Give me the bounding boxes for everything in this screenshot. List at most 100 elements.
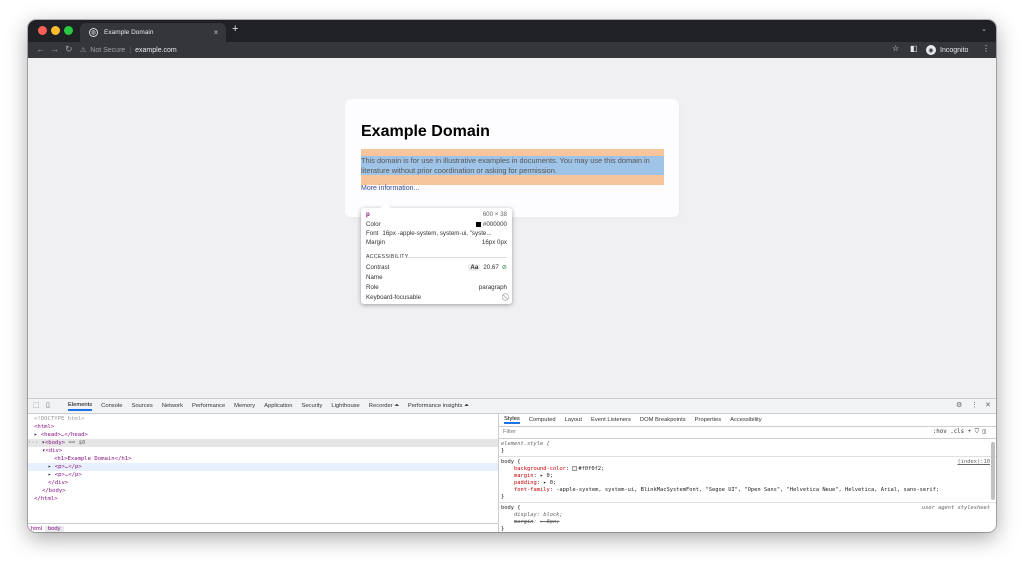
kebab-menu-icon[interactable]: ⋮ bbox=[982, 44, 990, 53]
incognito-label: Incognito bbox=[940, 46, 969, 54]
devtools-menu-icon[interactable]: ⋮ bbox=[971, 401, 978, 409]
inspect-tooltip: p 600 × 38 Color #000000 Font 16px -appl… bbox=[361, 203, 512, 304]
tooltip-caret bbox=[381, 203, 391, 208]
rule-source-link[interactable]: (index):10 bbox=[958, 459, 990, 465]
breadcrumb-html[interactable]: html bbox=[28, 526, 45, 532]
window-close-button[interactable] bbox=[38, 26, 47, 35]
tooltip-accessibility-section: ACCESSIBILITY bbox=[366, 254, 409, 260]
rule-divider bbox=[499, 456, 996, 457]
devtools-tab-memory[interactable]: Memory bbox=[234, 403, 255, 409]
close-icon[interactable]: ✕ bbox=[985, 401, 991, 409]
warning-icon: ⚠ bbox=[80, 47, 87, 54]
tooltip-name-label: Name bbox=[366, 274, 383, 281]
window-zoom-button[interactable] bbox=[64, 26, 73, 35]
styles-filter[interactable]: Filter :hov .cls + ⛉ ◫ bbox=[499, 427, 996, 439]
decl-ua-margin[interactable]: margin: ▸ 8px; bbox=[501, 519, 991, 526]
tooltip-divider bbox=[407, 257, 507, 258]
devtools-tab-security[interactable]: Security bbox=[301, 403, 322, 409]
tooltip-margin-label: Margin bbox=[366, 239, 385, 246]
decl-display[interactable]: display: block; bbox=[501, 512, 991, 519]
filter-controls[interactable]: :hov .cls + ⛉ ◫ bbox=[933, 429, 986, 436]
window-minimize-button[interactable] bbox=[51, 26, 60, 35]
settings-icon[interactable]: ⚙ bbox=[956, 401, 962, 409]
devtools-tab-elements[interactable]: Elements bbox=[68, 402, 93, 411]
styles-tab-computed[interactable]: Computed bbox=[529, 417, 556, 423]
decl-margin[interactable]: margin: ▸ 0; bbox=[501, 473, 991, 480]
content-card: Example Domain This domain is for use in… bbox=[345, 99, 679, 217]
dom-node-p[interactable]: ▸ <p>…</p> bbox=[48, 471, 518, 479]
star-icon[interactable]: ☆ bbox=[892, 44, 899, 53]
color-swatch[interactable] bbox=[572, 466, 578, 471]
tab-title: Example Domain bbox=[104, 29, 154, 36]
incognito-icon: ◉ bbox=[926, 45, 936, 55]
devtools-tab-application[interactable]: Application bbox=[264, 403, 292, 409]
browser-toolbar: ← → ↻ ⚠ Not Secure | example.com ☆ ◧ ◉ I… bbox=[28, 42, 996, 58]
devtools-tab-performance[interactable]: Performance bbox=[192, 403, 225, 409]
dom-node-p-hovered[interactable]: ▸ <p>…</p> bbox=[28, 463, 498, 471]
incognito-profile-button[interactable]: ◉ Incognito bbox=[926, 45, 968, 55]
filter-input[interactable]: Filter bbox=[503, 429, 516, 435]
page-viewport: Example Domain This domain is for use in… bbox=[28, 58, 996, 398]
dom-node-doctype[interactable]: <!DOCTYPE html> bbox=[34, 415, 504, 423]
rule-divider bbox=[499, 502, 996, 503]
page-paragraph: This domain is for use in illustrative e… bbox=[361, 156, 650, 175]
styles-tab-dom-breakpoints[interactable]: DOM Breakpoints bbox=[640, 417, 686, 423]
toggle-sidebar-icon[interactable]: ◫ bbox=[983, 429, 987, 435]
styles-tab-styles[interactable]: Styles bbox=[504, 416, 520, 424]
address-bar[interactable]: ⚠ Not Secure | example.com bbox=[80, 43, 888, 57]
rule-close: } bbox=[501, 494, 505, 500]
not-secure-label: Not Secure bbox=[90, 46, 126, 54]
styles-tab-bar: Styles Computed Layout Event Listeners D… bbox=[499, 414, 996, 427]
decl-background-color[interactable]: background-color: #f0f0f2; bbox=[501, 466, 991, 473]
back-arrow-icon[interactable]: ← bbox=[36, 44, 45, 54]
styles-tab-properties[interactable]: Properties bbox=[695, 417, 721, 423]
rule-element-style[interactable]: element.style { bbox=[501, 441, 991, 448]
tab-strip: ◍ Example Domain × + ⌄ bbox=[28, 20, 996, 42]
dom-node-div-close: </div> bbox=[48, 480, 69, 486]
inspect-icon[interactable]: ⬚ bbox=[33, 401, 42, 410]
devtools-panel: ⬚ ▯ Elements Console Sources Network Per… bbox=[28, 398, 996, 532]
devtools-tab-recorder[interactable]: Recorder ⏶ bbox=[369, 403, 399, 410]
tooltip-contrast-label: Contrast bbox=[366, 264, 390, 271]
dom-node-body[interactable]: ··· ▾<body> == $0 bbox=[28, 439, 498, 447]
more-information-link[interactable]: More information... bbox=[361, 185, 419, 192]
address-separator: | bbox=[129, 46, 132, 54]
dom-node-div[interactable]: ▾<div> bbox=[42, 447, 512, 455]
tooltip-margin-value: 16px 0px bbox=[481, 239, 507, 246]
dom-node-head[interactable]: ▸ <head>…</head> bbox=[34, 431, 504, 439]
new-tab-button[interactable]: + bbox=[232, 23, 238, 35]
paint-icon[interactable]: ⛉ bbox=[975, 429, 979, 435]
tab-search-chevron-icon[interactable]: ⌄ bbox=[981, 25, 987, 33]
tab-close-icon[interactable]: × bbox=[210, 28, 222, 37]
rule-body-selector[interactable]: body { bbox=[501, 459, 991, 466]
devtools-tabs: Elements Console Sources Network Perform… bbox=[68, 399, 478, 413]
devtools-tab-console[interactable]: Console bbox=[101, 403, 122, 409]
devtools-tab-network[interactable]: Network bbox=[162, 403, 183, 409]
decl-font-family[interactable]: font-family: -apple-system, system-ui, B… bbox=[501, 487, 991, 494]
device-toolbar-icon[interactable]: ▯ bbox=[46, 401, 55, 410]
dom-node-html-close: </html> bbox=[34, 496, 58, 502]
styles-tab-event-listeners[interactable]: Event Listeners bbox=[591, 417, 631, 423]
tooltip-contrast-value: 20.67 bbox=[483, 264, 499, 271]
breadcrumb-body[interactable]: body bbox=[44, 526, 64, 532]
styles-tab-layout[interactable]: Layout bbox=[565, 417, 582, 423]
tooltip-role-value: paragraph bbox=[478, 284, 507, 291]
browser-tab[interactable]: ◍ Example Domain × bbox=[80, 23, 226, 42]
tooltip-tag: p bbox=[366, 211, 370, 218]
sidepanel-icon[interactable]: ◧ bbox=[910, 44, 918, 53]
rule-ua-body-selector[interactable]: body { bbox=[501, 505, 991, 512]
styles-scrollbar[interactable] bbox=[991, 442, 995, 500]
dom-node-h1[interactable]: <h1>Example Domain</h1> bbox=[54, 455, 524, 463]
devtools-tab-performance-insights[interactable]: Performance insights ⏶ bbox=[408, 403, 469, 410]
decl-padding[interactable]: padding: ▸ 0; bbox=[501, 480, 991, 487]
devtools-tab-sources[interactable]: Sources bbox=[131, 403, 152, 409]
dom-node-html[interactable]: <html> bbox=[34, 423, 504, 431]
devtools-tab-lighthouse[interactable]: Lighthouse bbox=[331, 403, 359, 409]
reload-icon[interactable]: ↻ bbox=[65, 44, 73, 55]
forward-arrow-icon[interactable]: → bbox=[50, 44, 59, 54]
dom-selected-marker: == $0 bbox=[68, 440, 86, 446]
rule-ua-source: user agent stylesheet bbox=[921, 505, 990, 511]
elements-tree: <!DOCTYPE html> <html> ▸ <head>…</head> … bbox=[28, 414, 499, 532]
tooltip-color-value: #000000 bbox=[482, 221, 507, 228]
styles-tab-accessibility[interactable]: Accessibility bbox=[730, 417, 762, 423]
